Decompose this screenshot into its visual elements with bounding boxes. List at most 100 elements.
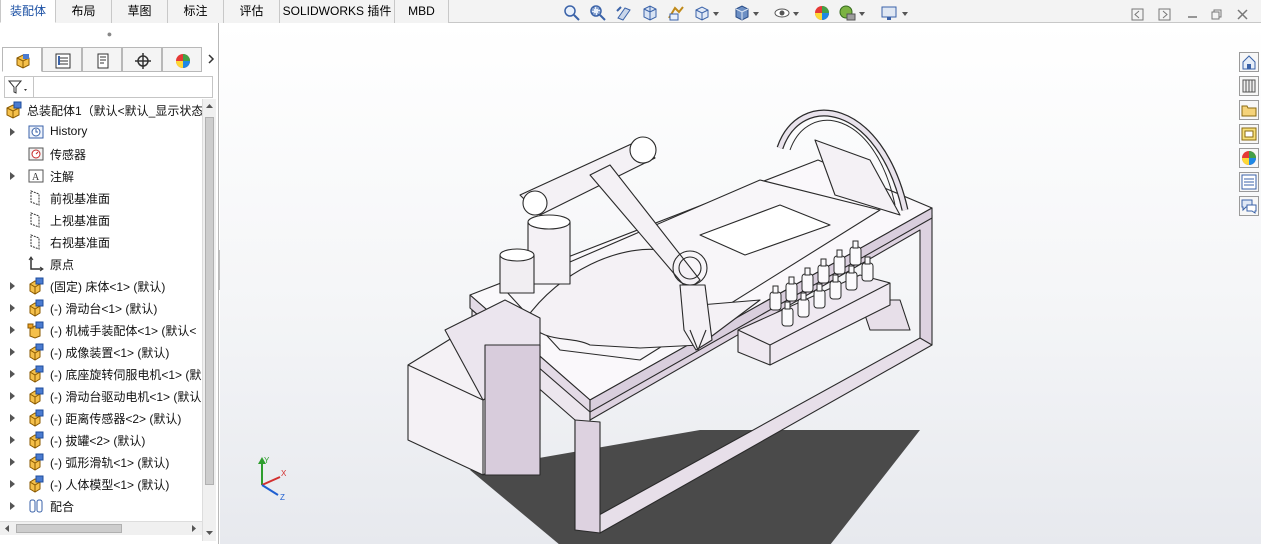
tab-mbd[interactable]: MBD <box>395 0 449 23</box>
expand-arrow-icon[interactable] <box>10 370 15 378</box>
vertical-scroll-thumb[interactable] <box>205 117 214 485</box>
tree-item[interactable]: 右视基准面 <box>0 231 202 253</box>
tab-dimxpert-manager[interactable] <box>122 47 162 72</box>
expand-arrow-icon[interactable] <box>10 392 15 400</box>
expand-arrow-icon[interactable] <box>10 414 15 422</box>
heads-up-view-toolbar <box>560 4 920 24</box>
expand-arrow-icon[interactable] <box>10 128 15 136</box>
tree-item[interactable]: (-) 距离传感器<2> (默认) <box>0 407 202 429</box>
history-icon <box>28 125 44 139</box>
display-style-icon[interactable] <box>733 4 751 22</box>
close-icon[interactable] <box>1236 8 1249 21</box>
cup-neck <box>820 258 827 267</box>
view-settings-icon[interactable] <box>880 4 898 22</box>
tree-item-label: 原点 <box>50 258 75 272</box>
zoom-to-fit-icon[interactable] <box>563 4 581 22</box>
tab-solidworks-addins[interactable]: SOLIDWORKS 插件 <box>280 0 395 23</box>
tree-item[interactable]: 原点 <box>0 253 202 275</box>
expand-arrow-icon[interactable] <box>10 282 15 290</box>
forum-button[interactable] <box>1239 196 1259 216</box>
tree-item[interactable]: 前视基准面 <box>0 187 202 209</box>
tab-evaluate[interactable]: 评估 <box>224 0 280 23</box>
scroll-right-icon[interactable] <box>190 524 198 533</box>
tree-item[interactable]: 传感器 <box>0 143 202 165</box>
custom-properties-button[interactable] <box>1239 172 1259 192</box>
tree-item[interactable]: (-) 底座旋转伺服电机<1> (默 <box>0 363 202 385</box>
apply-scene-icon[interactable] <box>838 4 856 22</box>
tree-item[interactable]: (-) 拔罐<2> (默认) <box>0 429 202 451</box>
tree-item[interactable]: (-) 滑动台驱动电机<1> (默认 <box>0 385 202 407</box>
scroll-up-icon[interactable] <box>205 102 214 110</box>
expand-arrow-icon[interactable] <box>10 172 15 180</box>
scroll-down-icon[interactable] <box>205 529 214 537</box>
tab-feature-manager[interactable] <box>2 47 42 72</box>
tab-markup[interactable]: 标注 <box>168 0 224 23</box>
collapse-right-icon[interactable] <box>1158 8 1171 21</box>
tab-sketch[interactable]: 草图 <box>112 0 168 23</box>
tree-filter-field[interactable] <box>34 76 213 98</box>
tree-vertical-scrollbar[interactable] <box>202 99 216 541</box>
home-button[interactable] <box>1239 52 1259 72</box>
expand-arrow-icon[interactable] <box>10 480 15 488</box>
tree-item[interactable]: (-) 机械手装配体<1> (默认< <box>0 319 202 341</box>
tree-filter-button[interactable] <box>4 76 34 98</box>
dynamic-annotation-icon[interactable] <box>667 4 685 22</box>
tab-configuration-manager[interactable] <box>82 47 122 72</box>
cup-neck <box>848 265 855 274</box>
cup-neck <box>788 276 795 285</box>
display-style-caret[interactable] <box>753 12 759 16</box>
expand-arrow-icon[interactable] <box>10 458 15 466</box>
edit-appearance-icon[interactable] <box>813 4 831 22</box>
tree-item[interactable]: (-) 成像装置<1> (默认) <box>0 341 202 363</box>
restore-icon[interactable] <box>1210 8 1223 21</box>
appearances-button[interactable] <box>1239 148 1259 168</box>
file-explorer-button[interactable] <box>1239 100 1259 120</box>
zoom-to-area-icon[interactable] <box>589 4 607 22</box>
tab-property-manager[interactable] <box>42 47 82 72</box>
view-palette-button[interactable] <box>1239 124 1259 144</box>
cup <box>785 282 798 302</box>
tab-assembly[interactable]: 装配体 <box>0 0 56 23</box>
tree-item[interactable]: (-) 滑动台<1> (默认) <box>0 297 202 319</box>
tree-root[interactable]: 总装配体1（默认<默认_显示状态 <box>0 99 202 121</box>
expand-arrow-icon[interactable] <box>10 502 15 510</box>
tree-item[interactable]: 上视基准面 <box>0 209 202 231</box>
filter-icon <box>8 80 27 94</box>
cup-neck <box>800 292 807 301</box>
apply-scene-caret[interactable] <box>859 12 865 16</box>
tab-layout[interactable]: 布局 <box>56 0 112 23</box>
tree-item[interactable]: (-) 人体模型<1> (默认) <box>0 473 202 495</box>
view-settings-caret[interactable] <box>902 12 908 16</box>
expand-arrow-icon[interactable] <box>10 436 15 444</box>
tree-horizontal-scrollbar[interactable] <box>0 521 202 535</box>
expand-arrow-icon[interactable] <box>10 326 15 334</box>
tree-item-label: (-) 距离传感器<2> (默认) <box>50 412 182 426</box>
tree-item[interactable]: 配合 <box>0 495 202 517</box>
expand-arrow-icon[interactable] <box>10 348 15 356</box>
expand-arrow-icon[interactable] <box>10 304 15 312</box>
tree-item[interactable]: A 注解 <box>0 165 202 187</box>
cup-neck <box>816 283 823 292</box>
graphics-area[interactable]: Y X Z <box>220 23 1261 544</box>
more-tabs-arrow-icon[interactable] <box>207 53 215 65</box>
section-view-icon[interactable] <box>641 4 659 22</box>
view-orientation-icon[interactable] <box>693 4 711 22</box>
scroll-left-icon[interactable] <box>3 524 11 533</box>
tree-root-label: 总装配体1（默认<默认_显示状态 <box>27 104 202 118</box>
tree-item[interactable]: History <box>0 121 202 143</box>
panel-grip[interactable]: ● <box>0 23 219 45</box>
horizontal-scroll-thumb[interactable] <box>16 524 122 533</box>
hide-show-caret[interactable] <box>793 12 799 16</box>
previous-view-icon[interactable] <box>615 4 633 22</box>
annotation-icon: A <box>28 169 44 183</box>
tab-display-manager[interactable] <box>162 47 202 72</box>
tree-item[interactable]: (-) 弧形滑轨<1> (默认) <box>0 451 202 473</box>
minimize-icon[interactable] <box>1186 8 1199 21</box>
view-orientation-caret[interactable] <box>713 12 719 16</box>
hide-show-icon[interactable] <box>773 4 791 22</box>
design-library-button[interactable] <box>1239 76 1259 96</box>
tree-item[interactable]: (固定) 床体<1> (默认) <box>0 275 202 297</box>
cup-neck <box>832 274 839 283</box>
collapse-left-icon[interactable] <box>1131 8 1144 21</box>
tree-item-label: 右视基准面 <box>50 236 111 250</box>
